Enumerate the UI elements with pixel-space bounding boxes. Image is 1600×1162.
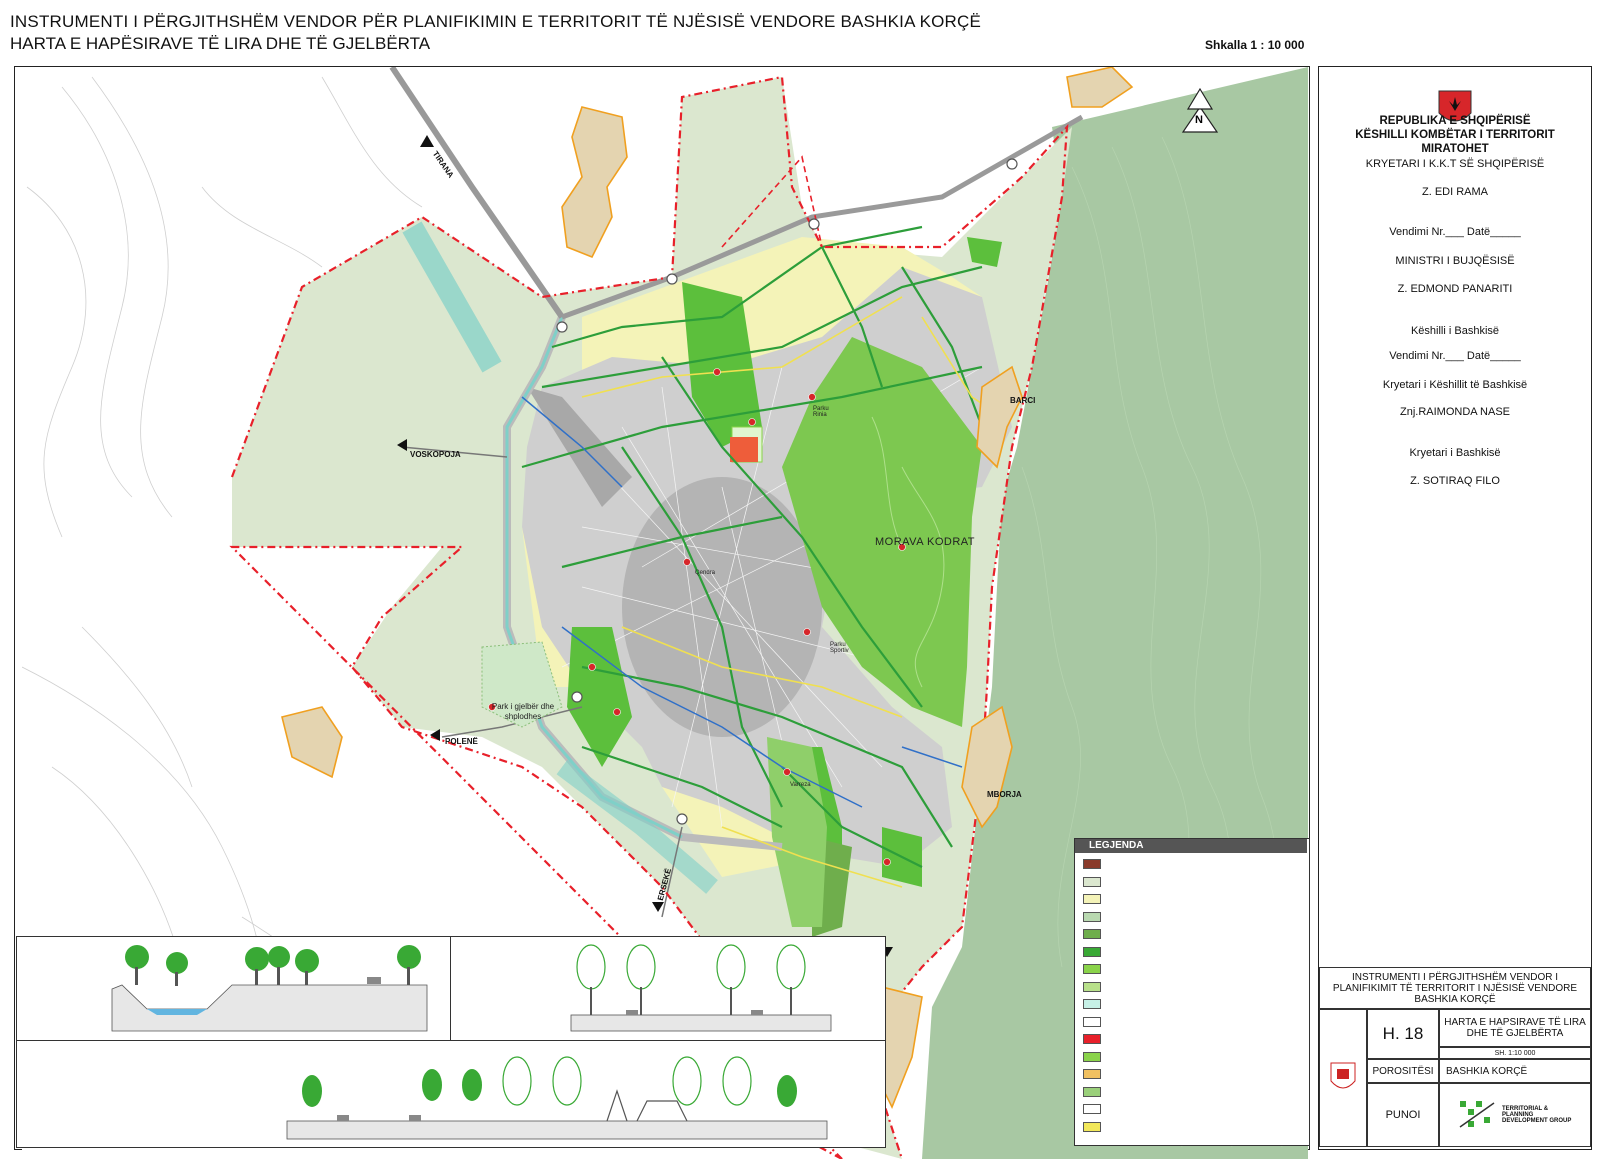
legend-box: LEGJENDA	[1074, 838, 1310, 1146]
mayor-name: Z. SOTIRAQ FILO	[1410, 475, 1500, 487]
legend-row	[1083, 1034, 1107, 1044]
varreza-label: Varreza	[790, 782, 811, 788]
chair-name: Z. EDI RAMA	[1421, 186, 1488, 198]
approved-label: MIRATOHET	[1421, 143, 1489, 155]
morava-label: MORAVA KODRAT	[875, 536, 976, 548]
legend-row	[1083, 1051, 1107, 1062]
council-chair-name: Znj.RAIMONDA NASE	[1399, 406, 1511, 418]
republic-label: REPUBLIKA E SHQIPËRISË	[1379, 115, 1531, 127]
bashkia-emblem	[1319, 1009, 1367, 1147]
legend-row	[1083, 1016, 1107, 1027]
legend-swatch	[1083, 1086, 1101, 1097]
legend-row	[1083, 1104, 1107, 1114]
section-a-panel	[16, 936, 452, 1042]
park-sport-label: Parku Sportiv	[830, 642, 849, 654]
decision-1: Vendimi Nr.___ Datë_____	[1389, 226, 1521, 238]
legend-swatch	[1083, 1069, 1101, 1079]
sheet-title: HARTA E HAPSIRAVE TË LIRA DHE TË GJELBËR…	[1439, 1009, 1591, 1047]
park-rinia-label: Parku Rinia	[813, 406, 829, 418]
legend-row	[1083, 911, 1107, 922]
legend-title: LEGJENDA	[1075, 839, 1307, 853]
sport-complex-marker	[730, 437, 758, 462]
legend-swatch	[1083, 946, 1101, 957]
council-chair-label: Kryetari i Këshillit të Bashkisë	[1382, 379, 1528, 391]
legend-swatch	[1083, 999, 1101, 1009]
park-polene-label: Park i gjelbër dhe shplodhes	[491, 702, 555, 721]
legend-swatch	[1083, 1034, 1101, 1044]
minister-label: MINISTRI I BUJQËSISË	[1395, 255, 1515, 267]
author-logo: TERRITORIAL & PLANNING DEVELOPMENT GROUP	[1439, 1083, 1591, 1147]
section-c-panel	[16, 1040, 886, 1148]
sheet-number: H. 18	[1367, 1009, 1439, 1059]
client-label: POROSITËSI	[1367, 1059, 1439, 1083]
council-label: KËSHILLI KOMBËTAR I TERRITORIT	[1355, 129, 1555, 141]
project-title: INSTRUMENTI I PËRGJITHSHËM VENDOR I PLAN…	[1319, 967, 1591, 1009]
legend-row	[1083, 1086, 1107, 1097]
sheet-scale: SH. 1:10 000	[1439, 1047, 1591, 1059]
author-label: PUNOI	[1367, 1083, 1439, 1147]
legend-swatch	[1083, 876, 1101, 887]
approval-panel: REPUBLIKA E SHQIPËRISË KËSHILLI KOMBËTAR…	[1318, 66, 1592, 1150]
legend-swatch	[1083, 894, 1101, 904]
center-label: Qendra	[695, 570, 716, 576]
legend-swatch	[1083, 981, 1101, 992]
polene-label: POLENË	[445, 737, 478, 746]
legend-swatch	[1083, 1051, 1101, 1062]
scale-label: Shkalla 1 : 10 000	[1205, 38, 1305, 52]
north-label: N	[1195, 114, 1203, 126]
client-name: BASHKIA KORÇË	[1439, 1059, 1591, 1083]
legend-row	[1083, 964, 1107, 974]
legend-swatch	[1083, 929, 1101, 939]
chair-label: KRYETARI I K.K.T SË SHQIPËRISË	[1365, 158, 1545, 170]
voskopoja-label: VOSKOPOJA	[410, 450, 461, 459]
legend-row	[1083, 876, 1107, 887]
author-logo-text: TERRITORIAL & PLANNING DEVELOPMENT GROUP	[1502, 1106, 1572, 1124]
legend-swatch	[1083, 1104, 1101, 1114]
map-title: INSTRUMENTI I PËRGJITHSHËM VENDOR PËR PL…	[10, 12, 982, 31]
legend-row	[1083, 929, 1107, 939]
map-subtitle: HARTA E HAPËSIRAVE TË LIRA DHE TË GJELBË…	[10, 34, 431, 53]
legend-swatch	[1083, 964, 1101, 974]
legend-swatch	[1083, 859, 1101, 869]
legend-row	[1083, 859, 1107, 869]
legend-row	[1083, 1121, 1107, 1132]
legend-row	[1083, 999, 1107, 1009]
mayor-label: Kryetari i Bashkisë	[1409, 447, 1501, 459]
legend-row	[1083, 981, 1107, 992]
legend-swatch	[1083, 1121, 1101, 1132]
legend-row	[1083, 894, 1107, 904]
minister-name: Z. EDMOND PANARITI	[1397, 283, 1513, 295]
mborja-label: MBORJA	[987, 790, 1022, 799]
barci-label: BARCI	[1010, 396, 1036, 405]
legend-swatch	[1083, 911, 1101, 922]
legend-swatch	[1083, 1016, 1101, 1027]
decision-2: Vendimi Nr.___ Datë_____	[1389, 350, 1521, 362]
legend-row	[1083, 946, 1107, 957]
tpdg-logo-icon	[1459, 1101, 1495, 1128]
legend-row	[1083, 1069, 1107, 1079]
section-b-panel	[450, 936, 886, 1042]
municipal-council-label: Këshilli i Bashkisë	[1410, 325, 1500, 337]
